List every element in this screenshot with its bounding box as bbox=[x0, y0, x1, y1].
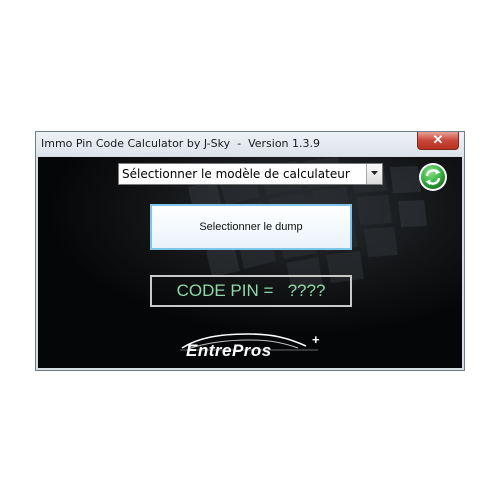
calculator-model-select[interactable]: Sélectionner le modèle de calculateur bbox=[118, 163, 383, 185]
window-title: Immo Pin Code Calculator by J-Sky - Vers… bbox=[41, 137, 321, 150]
close-button[interactable]: ✕ bbox=[417, 132, 459, 150]
pin-code-display: CODE PIN = ???? bbox=[150, 275, 352, 307]
dropdown-button[interactable] bbox=[366, 164, 382, 184]
logo-plus: + bbox=[312, 332, 320, 347]
select-dump-button[interactable]: Selectionner le dump bbox=[150, 204, 352, 250]
refresh-icon bbox=[419, 163, 447, 191]
chevron-down-icon bbox=[371, 171, 378, 175]
select-value: Sélectionner le modèle de calculateur bbox=[122, 167, 350, 181]
title-bar[interactable]: Immo Pin Code Calculator by J-Sky - Vers… bbox=[36, 132, 464, 156]
logo-text: EntrePros bbox=[186, 341, 272, 360]
main-panel: Sélectionner le modèle de calculateur Se… bbox=[38, 157, 462, 368]
close-icon: ✕ bbox=[432, 132, 444, 147]
entrepros-logo: EntrePros + bbox=[178, 328, 338, 364]
refresh-button[interactable] bbox=[418, 162, 448, 192]
app-window: Immo Pin Code Calculator by J-Sky - Vers… bbox=[35, 131, 465, 371]
